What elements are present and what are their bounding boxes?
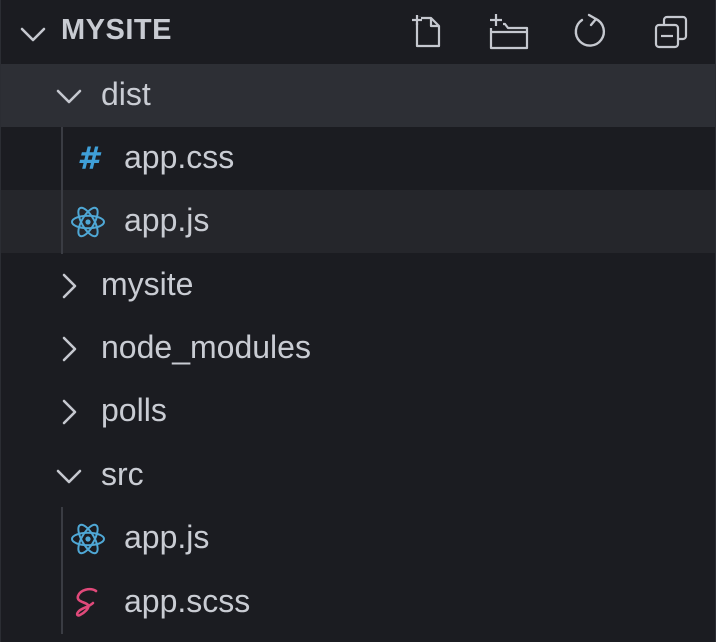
folder-label: mysite [101, 266, 194, 302]
folder-label: node_modules [101, 329, 311, 365]
tree-file-src-app-scss[interactable]: app.scss [1, 571, 715, 634]
tree-folder-mysite[interactable]: mysite [1, 254, 715, 317]
chevron-right-icon[interactable] [55, 272, 83, 300]
new-folder-button[interactable] [487, 10, 531, 54]
chevron-down-icon[interactable] [55, 462, 83, 490]
refresh-icon [574, 13, 606, 47]
folder-label: src [101, 456, 144, 492]
new-folder-icon [489, 14, 529, 50]
file-label: app.css [124, 139, 235, 175]
file-label: app.scss [124, 583, 251, 619]
tree-folder-polls[interactable]: polls [1, 380, 715, 443]
tree-file-src-app-js[interactable]: app.js [1, 507, 715, 570]
chevron-right-icon[interactable] [55, 398, 83, 426]
file-explorer: MYSITE dist # app.css app.js mysite node… [0, 0, 716, 642]
tree-file-dist-app-css[interactable]: # app.css [1, 127, 715, 190]
css-hash-icon: # [77, 141, 99, 177]
new-file-icon [411, 15, 441, 48]
chevron-down-icon[interactable] [55, 82, 83, 110]
file-label: app.js [124, 202, 210, 238]
react-icon [69, 203, 107, 241]
folder-label: dist [101, 76, 151, 112]
chevron-down-icon[interactable] [19, 20, 47, 48]
tree-folder-dist[interactable]: dist [1, 64, 715, 127]
tree-folder-node-modules[interactable]: node_modules [1, 317, 715, 380]
refresh-button[interactable] [568, 10, 612, 54]
indent-guide [61, 571, 63, 634]
explorer-header[interactable]: MYSITE [1, 0, 715, 64]
chevron-right-icon[interactable] [55, 335, 83, 363]
sass-icon [69, 584, 107, 622]
react-icon [69, 520, 107, 558]
collapse-all-icon [654, 15, 688, 49]
tree-file-dist-app-js[interactable]: app.js [1, 190, 715, 253]
indent-guide [61, 190, 63, 254]
collapse-all-button[interactable] [649, 10, 693, 54]
tree-folder-src[interactable]: src [1, 444, 715, 507]
folder-label: polls [101, 392, 167, 428]
file-label: app.js [124, 519, 210, 555]
explorer-title: MYSITE [61, 14, 172, 46]
new-file-button[interactable] [405, 10, 449, 54]
